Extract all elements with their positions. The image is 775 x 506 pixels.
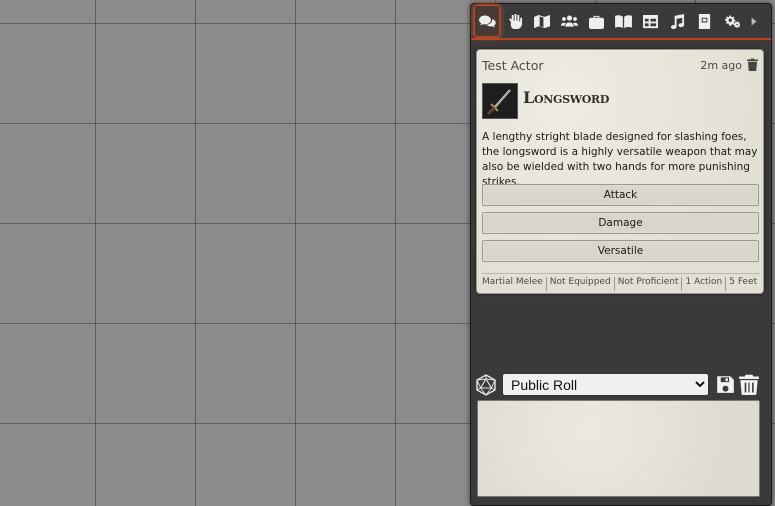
actors-icon (561, 15, 578, 27)
item-image[interactable] (482, 83, 518, 119)
tab-actors[interactable] (556, 6, 583, 36)
trash-icon[interactable] (739, 374, 759, 395)
sidebar-tabs (471, 4, 771, 40)
item-description: A lengthy stright blade designed for sla… (482, 131, 758, 188)
property-tag: 5 Feet (729, 277, 758, 287)
damage-button[interactable]: Damage (482, 212, 759, 234)
tables-icon (643, 14, 658, 28)
tab-settings[interactable] (718, 6, 745, 36)
chat-input[interactable] (477, 400, 760, 497)
message-header: Test Actor 2m ago (482, 58, 758, 76)
tab-scenes[interactable] (529, 6, 556, 36)
settings-icon (725, 15, 740, 28)
combat-icon (508, 13, 523, 29)
journal-icon (615, 14, 632, 28)
tab-items[interactable] (583, 6, 610, 36)
save-icon[interactable] (716, 375, 735, 394)
attack-button[interactable]: Attack (482, 184, 759, 206)
delete-message-icon[interactable] (747, 58, 758, 71)
sword-icon (487, 89, 511, 115)
property-tag: Not Equipped (547, 277, 615, 291)
message-timestamp: 2m ago (700, 59, 742, 72)
collapse-arrow-icon (751, 17, 757, 25)
playlists-icon (670, 13, 685, 29)
roll-mode-select[interactable]: Public Roll (502, 373, 709, 396)
tab-tables[interactable] (637, 6, 664, 36)
chat-message: Test Actor 2m ago Longsword A lengthy st… (476, 49, 764, 294)
tab-combat[interactable] (502, 6, 529, 36)
scenes-icon (534, 14, 550, 28)
sidebar: Test Actor 2m ago Longsword A lengthy st… (470, 3, 772, 506)
versatile-button[interactable]: Versatile (482, 240, 759, 262)
tab-chat[interactable] (474, 5, 500, 37)
speaker-name: Test Actor (482, 58, 544, 73)
compendium-icon (698, 13, 711, 29)
tab-journal[interactable] (610, 6, 637, 36)
canvas-grid[interactable]: { "sidebar": { "tabs": [ {"name": "chat-… (0, 0, 775, 506)
chat-icon (478, 15, 496, 27)
property-tag: Not Proficient (615, 277, 683, 291)
tab-playlists[interactable] (664, 6, 691, 36)
item-name[interactable]: Longsword (523, 88, 609, 107)
tab-compendium[interactable] (691, 6, 718, 36)
tab-collapse[interactable] (745, 6, 763, 36)
d20-icon[interactable] (475, 374, 497, 396)
items-icon (589, 15, 604, 29)
property-tag: 1 Action (682, 277, 727, 291)
item-properties: Martial Melee Not Equipped Not Proficien… (482, 273, 760, 291)
roll-controls: Public Roll (475, 373, 765, 397)
property-tag: Martial Melee (482, 277, 547, 291)
